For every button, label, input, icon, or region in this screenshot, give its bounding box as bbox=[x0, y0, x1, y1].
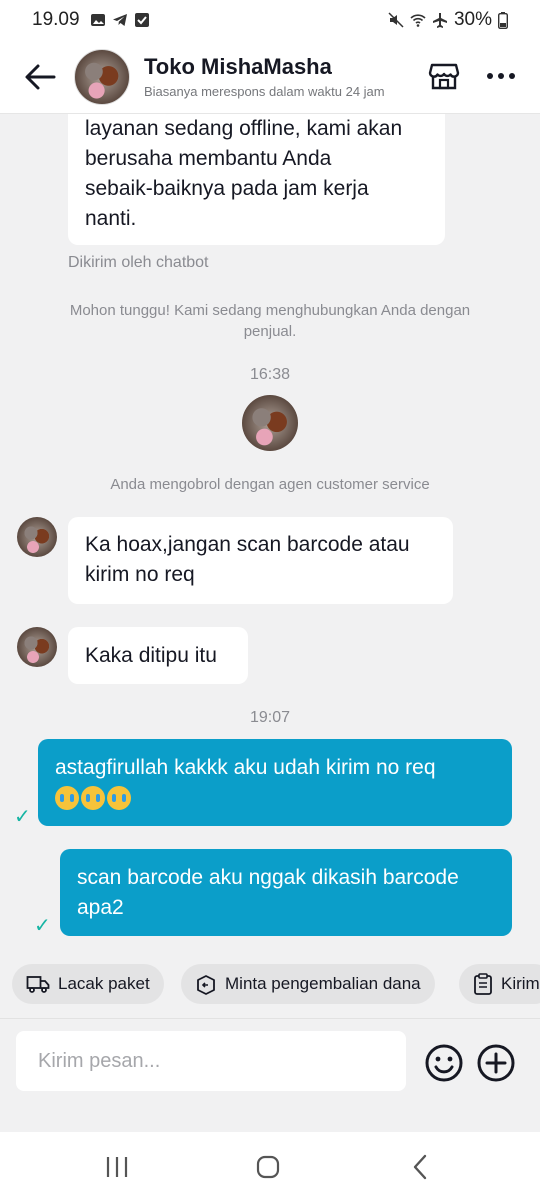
incoming-message: Kaka ditipu itu bbox=[68, 627, 248, 684]
message-input[interactable]: Kirim pesan... bbox=[16, 1031, 406, 1091]
store-icon bbox=[428, 63, 460, 90]
attach-button[interactable] bbox=[476, 1043, 516, 1083]
outgoing-message: astagfirullah kakkk aku udah kirim no re… bbox=[38, 739, 512, 826]
response-time-text: Biasanya merespons dalam waktu 24 jam bbox=[144, 84, 385, 99]
read-check-icon: ✓ bbox=[14, 806, 31, 828]
recents-icon bbox=[106, 1157, 128, 1177]
truck-icon bbox=[26, 976, 50, 993]
send-chip[interactable]: Kirim bbox=[459, 964, 540, 1004]
agent-notice: Anda mengobrol dengan agen customer serv… bbox=[110, 476, 430, 493]
refund-request-chip[interactable]: Minta pengembalian dana bbox=[181, 964, 435, 1004]
chatbot-message: layanan sedang offline, kami akan berusa… bbox=[68, 114, 445, 245]
shop-avatar[interactable] bbox=[74, 48, 130, 105]
back-chevron-icon bbox=[413, 1154, 427, 1180]
chat-header: Toko MishaMasha Biasanya merespons dalam… bbox=[0, 40, 540, 114]
wifi-icon bbox=[410, 14, 426, 27]
status-bar: 19.09 30% bbox=[0, 0, 540, 40]
system-nav-bar bbox=[0, 1132, 540, 1200]
home-icon bbox=[256, 1155, 280, 1179]
mute-icon bbox=[388, 12, 404, 28]
chatbot-caption: Dikirim oleh chatbot bbox=[68, 254, 209, 271]
home-button[interactable] bbox=[248, 1152, 288, 1182]
shop-name[interactable]: Toko MishaMasha bbox=[144, 54, 414, 80]
incoming-message: Ka hoax,jangan scan barcode atau kirim n… bbox=[68, 517, 453, 604]
timestamp: 16:38 bbox=[249, 366, 291, 383]
track-package-chip[interactable]: Lacak paket bbox=[12, 964, 164, 1004]
agent-avatar[interactable] bbox=[17, 517, 57, 557]
read-check-icon: ✓ bbox=[34, 915, 51, 937]
status-time: 19.09 bbox=[32, 9, 80, 30]
crying-emoji-icon bbox=[55, 783, 495, 813]
message-list[interactable]: layanan sedang offline, kami akan berusa… bbox=[0, 114, 540, 956]
more-options-button[interactable] bbox=[478, 54, 524, 98]
return-box-icon bbox=[197, 975, 215, 995]
emoji-button[interactable] bbox=[424, 1043, 464, 1083]
telegram-icon bbox=[112, 14, 127, 26]
connecting-notice: Mohon tunggu! Kami sedang menghubungkan … bbox=[69, 302, 471, 340]
gallery-icon bbox=[90, 14, 105, 26]
back-nav-button[interactable] bbox=[400, 1152, 440, 1182]
more-dots-icon bbox=[487, 73, 515, 79]
battery-percent: 30% bbox=[453, 9, 492, 30]
checkbox-icon bbox=[134, 13, 149, 27]
timestamp: 19:07 bbox=[249, 709, 291, 726]
back-arrow-icon bbox=[25, 64, 56, 89]
store-button[interactable] bbox=[424, 54, 464, 98]
airplane-icon bbox=[432, 13, 447, 28]
quick-actions: Lacak paket Minta pengembalian dana Kiri… bbox=[0, 962, 540, 1006]
battery-icon bbox=[498, 11, 508, 29]
recents-button[interactable] bbox=[97, 1152, 137, 1182]
plus-circle-icon bbox=[477, 1044, 515, 1082]
outgoing-message: scan barcode aku nggak dikasih barcode a… bbox=[60, 849, 512, 936]
smiley-icon bbox=[425, 1044, 463, 1082]
back-button[interactable] bbox=[18, 55, 62, 99]
agent-avatar[interactable] bbox=[242, 395, 298, 451]
message-composer: Kirim pesan... bbox=[0, 1018, 540, 1130]
clipboard-icon bbox=[474, 973, 492, 995]
agent-avatar[interactable] bbox=[17, 627, 57, 667]
